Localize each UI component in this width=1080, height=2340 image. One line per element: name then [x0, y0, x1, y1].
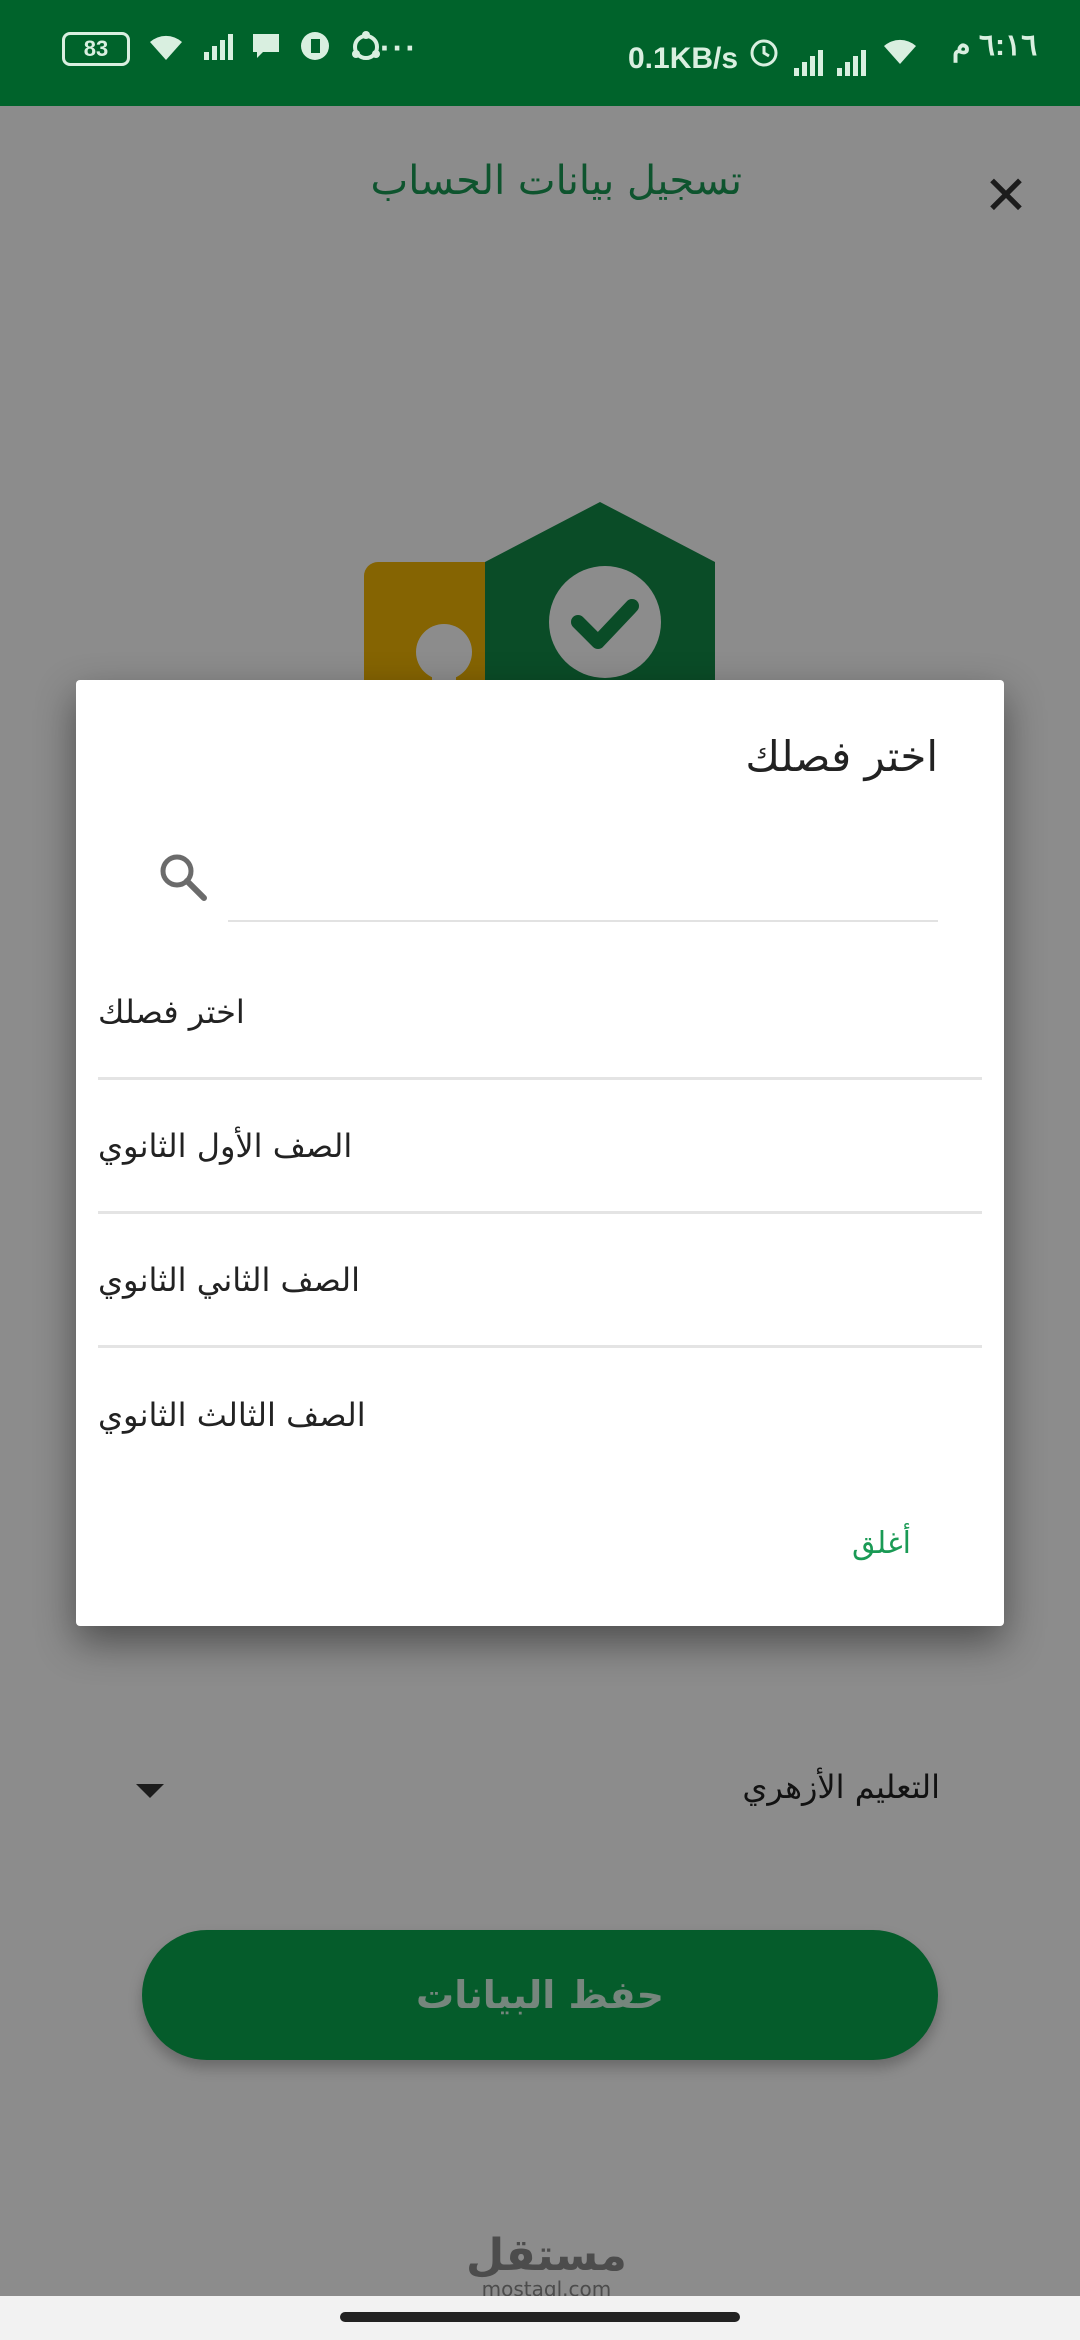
class-option-placeholder[interactable]: اختر فصلك [98, 946, 982, 1080]
clock: ٦:١٦ م [952, 29, 1038, 62]
wifi-icon [146, 30, 186, 72]
class-options-list: اختر فصلك الصف الأول الثانوي الصف الثاني… [98, 946, 982, 1482]
sync-icon [349, 30, 383, 72]
home-gesture-handle[interactable] [340, 2312, 740, 2322]
signal-icon [204, 30, 233, 60]
net-speed: 0.1KB/s [628, 42, 739, 75]
battery-icon: 83 [62, 32, 130, 66]
status-icons-right [748, 34, 920, 76]
battery-level: 83 [83, 36, 109, 61]
dialog-title: اختر فصلك [745, 732, 938, 781]
close-dialog-button[interactable]: أغلق [852, 1526, 911, 1561]
more-notifications-icon: ··· [380, 30, 418, 66]
signal-sim2-icon [837, 46, 866, 76]
message-icon [251, 30, 281, 72]
signal-sim1-icon [794, 46, 823, 76]
alarm-icon [748, 36, 780, 76]
search-input[interactable] [228, 840, 938, 922]
navigation-bar [0, 2296, 1080, 2340]
status-bar: 83 ··· 0.1KB/s ٦:١٦ م [0, 0, 1080, 106]
search-icon[interactable] [156, 850, 210, 904]
status-icons-left [146, 30, 383, 72]
choose-class-dialog: اختر فصلك اختر فصلك الصف الأول الثانوي ا… [76, 680, 1004, 1626]
app-notification-icon [299, 30, 331, 72]
class-option-third-secondary[interactable]: الصف الثالث الثانوي [98, 1348, 982, 1482]
class-option-second-secondary[interactable]: الصف الثاني الثانوي [98, 1214, 982, 1348]
wifi-icon-right [880, 34, 920, 76]
class-option-first-secondary[interactable]: الصف الأول الثانوي [98, 1080, 982, 1214]
